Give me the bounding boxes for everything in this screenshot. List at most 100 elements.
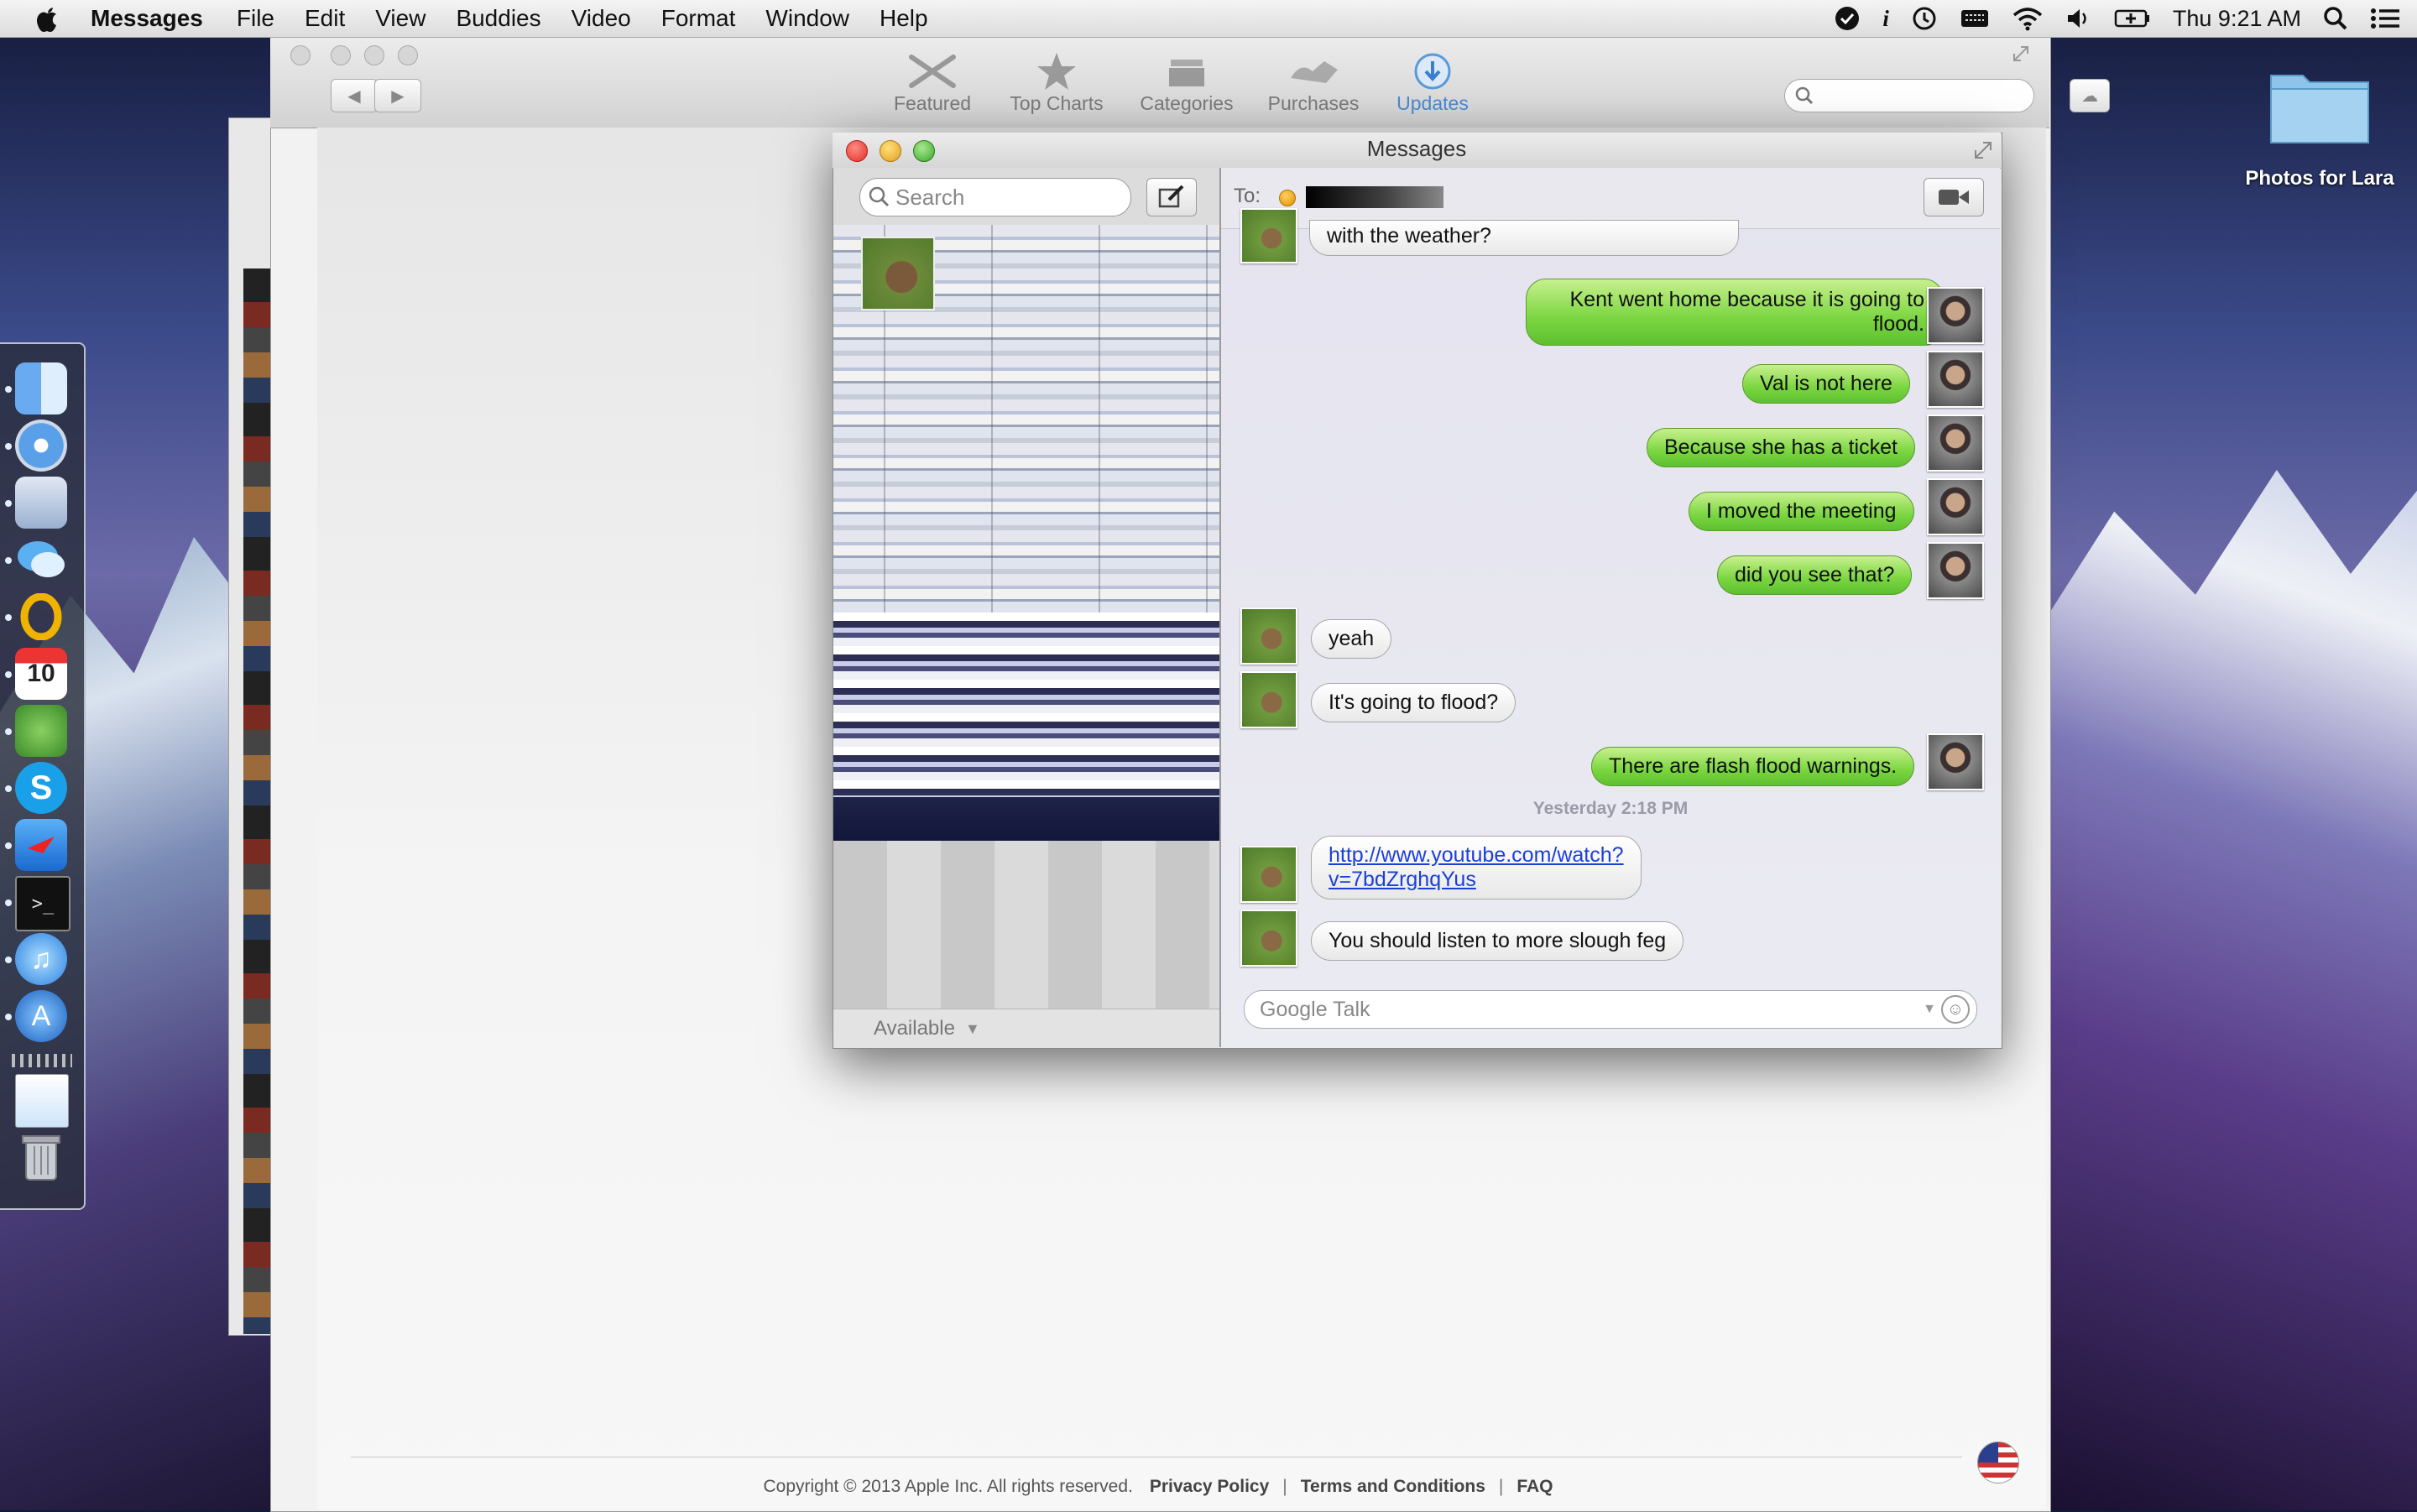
message-bubble-outgoing[interactable]: Val is not here [1742, 364, 1910, 404]
terms-link[interactable]: Terms and Conditions [1301, 1477, 1485, 1497]
wifi-icon[interactable] [2012, 6, 2044, 31]
us-flag-icon[interactable] [1977, 1442, 2019, 1483]
opera-icon[interactable] [15, 591, 67, 643]
message-input[interactable]: Google Talk ▼ ☺ [1244, 990, 1977, 1029]
flight-app-icon[interactable] [15, 819, 67, 871]
menu-edit[interactable]: Edit [305, 5, 345, 32]
minimize-button-inactive[interactable] [364, 45, 384, 65]
folder-label[interactable]: Photos for Lara [2232, 166, 2407, 191]
tab-featured[interactable]: Featured [869, 50, 995, 121]
notification-center-icon[interactable] [2370, 6, 2400, 31]
evernote-icon[interactable] [15, 705, 67, 757]
menu-video[interactable]: Video [572, 5, 631, 32]
message-bubble-incoming[interactable]: http://www.youtube.com/watch? v=7bdZrghq… [1311, 836, 1642, 899]
message-bubble-outgoing[interactable]: Kent went home because it is going to fl… [1526, 279, 1944, 346]
message-text: Because she has a ticket [1664, 435, 1898, 459]
tab-purchases[interactable]: Purchases [1250, 50, 1376, 121]
trash-icon[interactable] [15, 1131, 67, 1183]
skype-icon[interactable]: S [15, 762, 67, 814]
away-status-icon [1279, 190, 1296, 206]
message-bubble-outgoing[interactable]: did you see that? [1717, 555, 1913, 595]
checkmark-status-icon[interactable] [1834, 5, 1861, 32]
tab-top-charts-label: Top Charts [1010, 92, 1104, 114]
message-bubble-incoming[interactable]: with the weather? [1309, 220, 1739, 256]
finder-icon[interactable] [15, 362, 67, 414]
document-icon[interactable] [15, 1074, 69, 1128]
emoji-icon[interactable]: ☺ [1941, 995, 1970, 1024]
running-indicator [5, 728, 12, 735]
message-link[interactable]: http://www.youtube.com/watch? [1329, 843, 1624, 868]
menu-app-name[interactable]: Messages [91, 5, 203, 32]
mail-icon[interactable] [15, 477, 67, 529]
message-bubble-outgoing[interactable]: There are flash flood warnings. [1591, 747, 1915, 786]
menu-file[interactable]: File [237, 5, 274, 32]
menu-help[interactable]: Help [880, 5, 928, 32]
my-avatar [1927, 287, 1984, 344]
my-avatar [1927, 351, 1984, 408]
message-text: There are flash flood warnings. [1609, 754, 1898, 778]
battery-icon[interactable] [2114, 8, 2151, 29]
menu-format[interactable]: Format [661, 5, 736, 32]
close-button[interactable] [290, 45, 311, 65]
message-bubble-incoming[interactable]: It's going to flood? [1311, 683, 1516, 722]
message-text: Kent went home because it is going to [1569, 288, 1925, 311]
tab-top-charts[interactable]: Top Charts [994, 50, 1120, 121]
icloud-button[interactable]: ☁ [2070, 79, 2110, 112]
message-link[interactable]: v=7bdZrghqYus [1329, 868, 1624, 892]
folder-icon[interactable] [2266, 64, 2373, 148]
close-button-inactive[interactable] [331, 45, 351, 65]
menu-buddies[interactable]: Buddies [456, 5, 540, 32]
running-indicator [5, 386, 12, 393]
safari-icon[interactable] [15, 420, 67, 472]
status-menu[interactable]: Available ▼ [833, 1009, 1219, 1048]
running-indicator [5, 1014, 12, 1020]
calendar-icon[interactable]: 10 [15, 648, 67, 700]
compose-button[interactable] [1146, 178, 1197, 216]
spotlight-icon[interactable] [2323, 6, 2348, 31]
message-text: It's going to flood? [1329, 691, 1499, 714]
faq-link[interactable]: FAQ [1516, 1477, 1553, 1497]
tab-updates[interactable]: Updates [1370, 50, 1496, 121]
message-bubble-outgoing[interactable]: Because she has a ticket [1647, 428, 1915, 467]
video-call-button[interactable] [1924, 178, 1984, 216]
fullscreen-icon[interactable] [2011, 44, 2031, 64]
message-bubble-incoming[interactable]: You should listen to more slough feg [1311, 921, 1684, 961]
app-store-search-input[interactable] [1784, 79, 2034, 112]
running-indicator [5, 614, 12, 621]
running-indicator [5, 842, 12, 849]
buddy-avatar[interactable] [861, 237, 935, 310]
chevron-down-icon[interactable]: ▼ [1923, 1002, 1936, 1017]
tab-updates-label: Updates [1396, 92, 1469, 114]
volume-icon[interactable] [2065, 6, 2092, 31]
app-store-icon[interactable]: A [15, 990, 67, 1042]
message-text: I moved the meeting [1706, 499, 1897, 523]
info-icon[interactable]: i [1882, 6, 1889, 32]
tab-purchases-label: Purchases [1267, 92, 1360, 114]
running-indicator [5, 957, 12, 963]
privacy-policy-link[interactable]: Privacy Policy [1150, 1477, 1269, 1497]
zoom-button-inactive[interactable] [398, 45, 418, 65]
forward-button[interactable]: ▶ [374, 79, 421, 112]
message-text: You should listen to more slough feg [1329, 929, 1667, 952]
my-avatar [1927, 542, 1984, 599]
buddy-avatar [1240, 846, 1297, 903]
clock-text[interactable]: Thu 9:21 AM [2173, 6, 2301, 32]
fullscreen-icon[interactable] [1972, 139, 1994, 161]
my-avatar [1927, 478, 1984, 535]
terminal-icon[interactable]: >_ [15, 876, 70, 931]
running-indicator [5, 500, 12, 507]
itunes-icon[interactable]: ♫ [15, 933, 67, 985]
message-bubble-incoming[interactable]: yeah [1311, 619, 1392, 659]
apple-menu-icon[interactable] [29, 0, 65, 37]
menu-view[interactable]: View [375, 5, 425, 32]
messages-icon[interactable] [15, 534, 67, 586]
menu-window[interactable]: Window [765, 5, 849, 32]
keyboard-icon[interactable] [1960, 8, 1990, 29]
search-input[interactable]: Search [859, 178, 1131, 216]
back-button[interactable]: ◀ [331, 79, 378, 112]
time-machine-icon[interactable] [1911, 5, 1938, 32]
recipient-name-redacted[interactable] [1306, 186, 1443, 208]
message-bubble-outgoing[interactable]: I moved the meeting [1689, 492, 1914, 531]
tab-categories[interactable]: Categories [1124, 50, 1250, 121]
featured-icon [903, 50, 962, 92]
